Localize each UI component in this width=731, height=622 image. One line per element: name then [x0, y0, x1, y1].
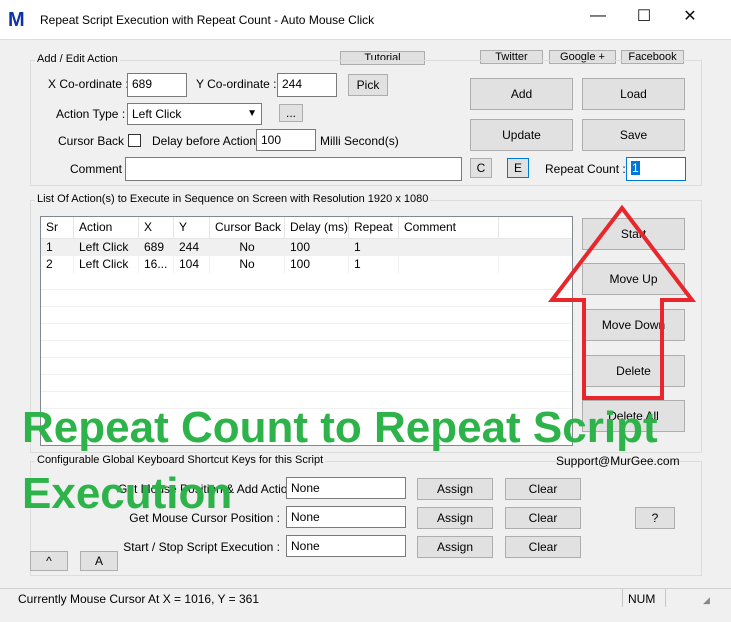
- cell-comment: [399, 256, 499, 273]
- column-header[interactable]: Comment: [399, 217, 499, 238]
- resize-grip-icon[interactable]: ◢: [703, 595, 710, 606]
- assign-button[interactable]: Assign: [417, 536, 493, 558]
- action-type-value: Left Click: [132, 107, 182, 121]
- add-button[interactable]: Add: [470, 78, 573, 110]
- cursor-back-label: Cursor Back :: [58, 134, 131, 148]
- status-bar: Currently Mouse Cursor At X = 1016, Y = …: [0, 588, 731, 622]
- clear-button[interactable]: Clear: [505, 536, 581, 558]
- support-link[interactable]: Support@MurGee.com: [556, 454, 680, 468]
- save-button[interactable]: Save: [582, 119, 685, 151]
- column-header[interactable]: X: [139, 217, 174, 238]
- cell-comment: [399, 239, 499, 256]
- repeat-count-input[interactable]: 1: [626, 157, 686, 181]
- empty-row: [41, 273, 572, 290]
- action-type-label: Action Type :: [56, 107, 126, 121]
- x-coordinate-input[interactable]: 689: [127, 73, 187, 97]
- assign-button[interactable]: Assign: [417, 507, 493, 529]
- cell-delay: 100: [285, 256, 349, 273]
- overlay-caption-line2: Execution: [22, 469, 233, 518]
- title-bar: M Repeat Script Execution with Repeat Co…: [0, 0, 731, 40]
- shortcut-input[interactable]: None: [286, 535, 406, 557]
- y-coordinate-label: Y Co-ordinate :: [196, 77, 277, 91]
- shortcut-input[interactable]: None: [286, 477, 406, 499]
- cell-delay: 100: [285, 239, 349, 256]
- arrow-icon: [547, 204, 697, 400]
- caret-button[interactable]: ^: [30, 551, 68, 571]
- shortcut-label: Start / Stop Script Execution :: [123, 540, 280, 554]
- column-header[interactable]: Repeat: [349, 217, 399, 238]
- delay-label: Delay before Action :: [152, 134, 263, 148]
- e-button[interactable]: E: [507, 158, 529, 178]
- cell-y: 104: [174, 256, 210, 273]
- shortcut-group-label: Configurable Global Keyboard Shortcut Ke…: [35, 454, 326, 466]
- cell-action: Left Click: [74, 239, 139, 256]
- cell-cursor-back: No: [210, 256, 285, 273]
- delay-unit-label: Milli Second(s): [320, 134, 399, 148]
- column-header[interactable]: Cursor Back: [210, 217, 285, 238]
- shortcut-input[interactable]: None: [286, 506, 406, 528]
- status-text: Currently Mouse Cursor At X = 1016, Y = …: [18, 592, 260, 606]
- more-options-button[interactable]: ...: [279, 104, 303, 122]
- cell-sr: 1: [41, 239, 74, 256]
- y-coordinate-input[interactable]: 244: [277, 73, 337, 97]
- table-row[interactable]: 1 Left Click 689 244 No 100 1: [41, 239, 572, 256]
- close-button[interactable]: ✕: [667, 0, 713, 32]
- x-coordinate-label: X Co-ordinate :: [48, 77, 129, 91]
- column-header[interactable]: Delay (ms): [285, 217, 349, 238]
- assign-button[interactable]: Assign: [417, 478, 493, 500]
- list-group-label: List Of Action(s) to Execute in Sequence…: [35, 193, 431, 205]
- empty-row: [41, 290, 572, 307]
- overlay-caption-line1: Repeat Count to Repeat Script: [22, 403, 658, 452]
- comment-input[interactable]: [125, 157, 462, 181]
- empty-row: [41, 341, 572, 358]
- delay-input[interactable]: 100: [256, 129, 316, 151]
- load-button[interactable]: Load: [582, 78, 685, 110]
- add-edit-group-label: Add / Edit Action: [35, 53, 120, 65]
- table-row[interactable]: 2 Left Click 16... 104 No 100 1: [41, 256, 572, 273]
- window-title: Repeat Script Execution with Repeat Coun…: [40, 13, 375, 27]
- column-header[interactable]: Y: [174, 217, 210, 238]
- column-header[interactable]: Action: [74, 217, 139, 238]
- action-type-select[interactable]: Left Click ▼: [127, 103, 262, 125]
- a-button[interactable]: A: [80, 551, 118, 571]
- cell-y: 244: [174, 239, 210, 256]
- cell-action: Left Click: [74, 256, 139, 273]
- list-header: Sr Action X Y Cursor Back Delay (ms) Rep…: [41, 217, 572, 239]
- c-button[interactable]: C: [470, 158, 492, 178]
- app-icon: M: [8, 9, 25, 31]
- clear-button[interactable]: Clear: [505, 478, 581, 500]
- repeat-count-value: 1: [631, 161, 640, 175]
- cell-x: 689: [139, 239, 174, 256]
- comment-label: Comment :: [70, 162, 129, 176]
- clear-button[interactable]: Clear: [505, 507, 581, 529]
- help-button[interactable]: ?: [635, 507, 675, 529]
- update-button[interactable]: Update: [470, 119, 573, 151]
- cell-repeat: 1: [349, 239, 399, 256]
- column-header[interactable]: Sr: [41, 217, 74, 238]
- cell-x: 16...: [139, 256, 174, 273]
- empty-row: [41, 307, 572, 324]
- repeat-count-label: Repeat Count :: [545, 162, 626, 176]
- cell-repeat: 1: [349, 256, 399, 273]
- cursor-back-checkbox[interactable]: [128, 134, 141, 147]
- cell-sr: 2: [41, 256, 74, 273]
- maximize-button[interactable]: ☐: [621, 0, 667, 32]
- cell-cursor-back: No: [210, 239, 285, 256]
- red-arrow-overlay: [547, 204, 697, 400]
- pick-button[interactable]: Pick: [348, 74, 388, 96]
- minimize-button[interactable]: —: [575, 0, 621, 32]
- empty-row: [41, 375, 572, 392]
- empty-row: [41, 358, 572, 375]
- empty-row: [41, 324, 572, 341]
- num-lock-indicator: NUM: [622, 589, 666, 607]
- chevron-down-icon: ▼: [247, 108, 257, 119]
